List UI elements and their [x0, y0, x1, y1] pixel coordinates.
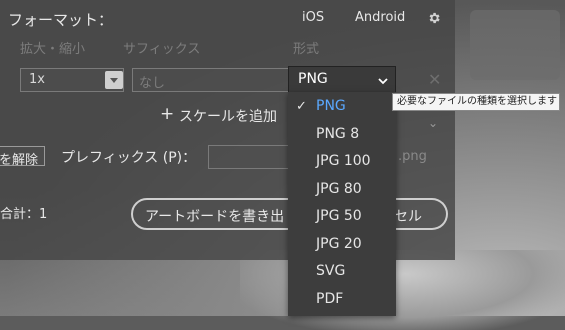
- format-label: フォーマット：: [8, 11, 114, 29]
- scale-select[interactable]: 1x: [20, 68, 124, 92]
- format-option[interactable]: JPG 80: [316, 181, 362, 197]
- format-option[interactable]: SVG: [316, 263, 345, 279]
- format-option[interactable]: PNG 8: [316, 126, 359, 142]
- export-artboard-label: アートボードを書き出: [145, 209, 285, 225]
- prefix-label: プレフィックス (P)：: [61, 150, 197, 166]
- format-header: 形式: [293, 42, 320, 57]
- checkmark-icon: ✓: [296, 99, 307, 114]
- format-option[interactable]: PDF: [316, 291, 343, 307]
- plus-icon: +: [160, 104, 175, 124]
- chevron-down-icon[interactable]: [105, 71, 123, 89]
- format-select-value: PNG: [298, 71, 328, 87]
- format-option[interactable]: PNG: [316, 98, 346, 114]
- format-option[interactable]: JPG 20: [316, 236, 362, 252]
- prefix-input[interactable]: [208, 145, 290, 169]
- ios-tab[interactable]: iOS: [302, 10, 324, 25]
- format-option[interactable]: JPG 50: [316, 208, 362, 224]
- format-dropdown-menu: ✓ PNG PNG 8 JPG 100 JPG 80 JPG 50 JPG 20…: [288, 92, 396, 316]
- scale-value: 1x: [29, 72, 45, 87]
- android-tab[interactable]: Android: [355, 10, 405, 25]
- remove-scale-icon[interactable]: ✕: [428, 70, 441, 89]
- gear-icon[interactable]: [427, 10, 441, 29]
- chevron-down-icon[interactable]: [377, 72, 389, 91]
- clear-button-label: を解除: [0, 153, 39, 168]
- suffix-input[interactable]: なし: [132, 68, 290, 92]
- tooltip: 必要なファイルの種類を選択します: [392, 93, 560, 111]
- scale-header: 拡大・縮小: [20, 42, 86, 57]
- clear-button[interactable]: を解除: [0, 146, 45, 168]
- format-option[interactable]: JPG 100: [316, 153, 371, 169]
- background-shape: [470, 10, 560, 80]
- export-artboard-button[interactable]: アートボードを書き出: [131, 198, 311, 230]
- total-count: 合計：1: [0, 207, 48, 222]
- format-select[interactable]: PNG: [288, 66, 396, 92]
- add-scale-button[interactable]: スケールを追加: [179, 106, 277, 126]
- suffix-header: サフィックス: [123, 42, 201, 57]
- collapse-chevron-icon[interactable]: ⌄: [428, 116, 438, 130]
- cancel-button-label: セル: [394, 209, 422, 225]
- filename-extension: .png: [398, 149, 427, 164]
- suffix-placeholder: なし: [139, 76, 166, 91]
